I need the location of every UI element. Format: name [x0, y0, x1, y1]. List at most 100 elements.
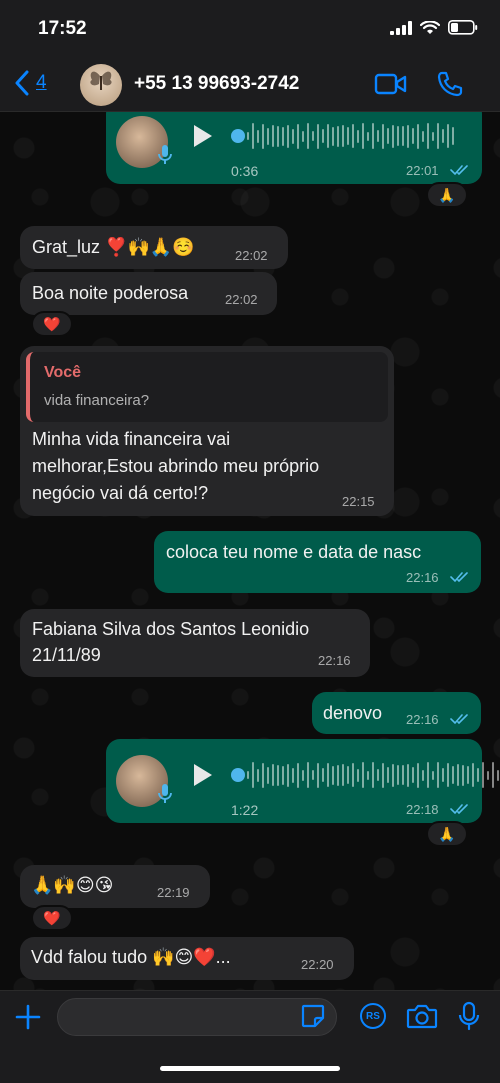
waveform-bar — [332, 126, 334, 146]
sticker-icon[interactable] — [300, 1003, 326, 1029]
quoted-message[interactable]: Você vida financeira? — [26, 352, 388, 422]
waveform-bar — [432, 770, 434, 780]
reaction-badge[interactable]: ❤️ — [31, 311, 73, 337]
waveform-bar — [352, 763, 354, 787]
waveform-bar — [352, 124, 354, 148]
waveform-bar — [257, 129, 259, 143]
contact-name[interactable]: +55 13 99693-2742 — [134, 73, 299, 95]
waveform-bar — [402, 765, 404, 785]
message-time: 22:02 — [235, 248, 268, 263]
waveform-bar — [402, 126, 404, 146]
payment-button[interactable]: RS — [360, 1003, 386, 1029]
home-indicator[interactable] — [160, 1066, 340, 1071]
message-text: Boa noite poderosa — [32, 283, 189, 303]
playback-position[interactable] — [231, 768, 245, 782]
message-time: 22:16 — [406, 570, 439, 585]
reaction-badge[interactable]: ❤️ — [31, 905, 73, 931]
waveform-bar — [292, 767, 294, 783]
message-text: coloca teu nome e data de nasc — [166, 542, 422, 562]
play-button[interactable] — [194, 125, 212, 147]
incoming-reply-message[interactable]: Você vida financeira? Minha vida finance… — [20, 346, 394, 516]
incoming-message[interactable]: Boa noite poderosa 22:02 — [20, 272, 277, 315]
incoming-message[interactable]: Vdd falou tudo 🙌😊❤️... 22:20 — [20, 937, 354, 980]
message-text-line-1: Minha vida financeira vai — [32, 429, 231, 449]
status-icons — [390, 20, 478, 35]
waveform-bar — [392, 124, 394, 148]
outgoing-message[interactable]: coloca teu nome e data de nasc 22:16 — [154, 531, 481, 593]
waveform-bar — [277, 764, 279, 786]
waveform-bar — [327, 763, 329, 787]
waveform-bar — [282, 126, 284, 146]
waveform-bar — [282, 765, 284, 785]
incoming-message[interactable]: 🙏🙌😊😘 22:19 — [20, 865, 210, 908]
waveform-bar — [362, 762, 364, 788]
voice-waveform[interactable] — [247, 121, 454, 151]
waveform-bar — [452, 766, 454, 784]
waveform-bar — [372, 123, 374, 149]
waveform-bar — [492, 762, 494, 788]
status-bar: 17:52 — [0, 0, 500, 58]
waveform-bar — [312, 131, 314, 141]
voice-message[interactable]: 0:36 22:01 — [106, 112, 482, 184]
playback-position[interactable] — [231, 129, 245, 143]
message-text-line-2: melhorar,Estou abrindo meu próprio — [32, 456, 320, 476]
message-text: Grat_luz ❣️🙌🙏☺️ — [32, 237, 195, 257]
chevron-left-icon — [15, 70, 29, 96]
waveform-bar — [267, 127, 269, 145]
back-button[interactable]: 4 — [14, 70, 47, 96]
waveform-bar — [297, 123, 299, 149]
plus-icon[interactable] — [14, 1003, 42, 1031]
waveform-bar — [407, 124, 409, 148]
payment-label: RS — [366, 1010, 380, 1022]
microphone-icon[interactable] — [458, 1001, 480, 1031]
message-input[interactable] — [57, 998, 337, 1036]
read-ticks-icon — [450, 804, 468, 815]
waveform-bar — [417, 123, 419, 149]
waveform-bar — [347, 766, 349, 784]
waveform-bar — [467, 766, 469, 784]
chat-area[interactable]: 0:36 22:01 🙏 Grat_luz ❣️🙌🙏☺️ 22:02 Boa n… — [0, 112, 500, 990]
reaction-emoji: ❤️ — [43, 315, 61, 332]
waveform-bar — [482, 762, 484, 788]
waveform-bar — [387, 128, 389, 144]
status-time: 17:52 — [38, 18, 87, 39]
waveform-bar — [312, 770, 314, 780]
waveform-bar — [382, 762, 384, 788]
waveform-bar — [452, 127, 454, 145]
waveform-bar — [417, 762, 419, 788]
waveform-bar — [337, 125, 339, 147]
voice-waveform[interactable] — [247, 760, 500, 790]
camera-icon[interactable] — [406, 1003, 438, 1029]
message-composer: RS — [0, 990, 500, 1083]
waveform-bar — [322, 129, 324, 143]
waveform-bar — [277, 125, 279, 147]
message-time: 22:01 — [406, 163, 439, 178]
voice-message[interactable]: 1:22 22:18 — [106, 739, 499, 823]
voice-duration: 0:36 — [231, 163, 259, 179]
reaction-badge[interactable]: 🙏 — [426, 182, 468, 208]
reaction-emoji: ❤️ — [43, 909, 61, 926]
video-call-icon[interactable] — [374, 72, 408, 96]
read-ticks-icon — [450, 165, 468, 176]
waveform-bar — [372, 762, 374, 788]
waveform-bar — [437, 123, 439, 149]
outgoing-message[interactable]: denovo 22:16 — [312, 692, 481, 734]
microphone-icon — [158, 145, 172, 164]
incoming-message[interactable]: Fabiana Silva dos Santos Leonidio 21/11/… — [20, 609, 370, 677]
waveform-bar — [327, 124, 329, 148]
waveform-bar — [307, 123, 309, 149]
waveform-bar — [422, 769, 424, 781]
waveform-bar — [342, 125, 344, 147]
message-time: 22:15 — [342, 494, 375, 509]
voice-duration: 1:22 — [231, 802, 259, 818]
phone-call-icon[interactable] — [436, 70, 464, 98]
waveform-bar — [247, 771, 249, 779]
incoming-message[interactable]: Grat_luz ❣️🙌🙏☺️ 22:02 — [20, 226, 288, 269]
contact-avatar[interactable] — [80, 64, 122, 106]
waveform-bar — [472, 763, 474, 787]
reaction-badge[interactable]: 🙏 — [426, 821, 468, 847]
waveform-bar — [262, 123, 264, 149]
play-button[interactable] — [194, 764, 212, 786]
waveform-bar — [437, 762, 439, 788]
message-text-line-1: Fabiana Silva dos Santos Leonidio — [32, 619, 310, 639]
